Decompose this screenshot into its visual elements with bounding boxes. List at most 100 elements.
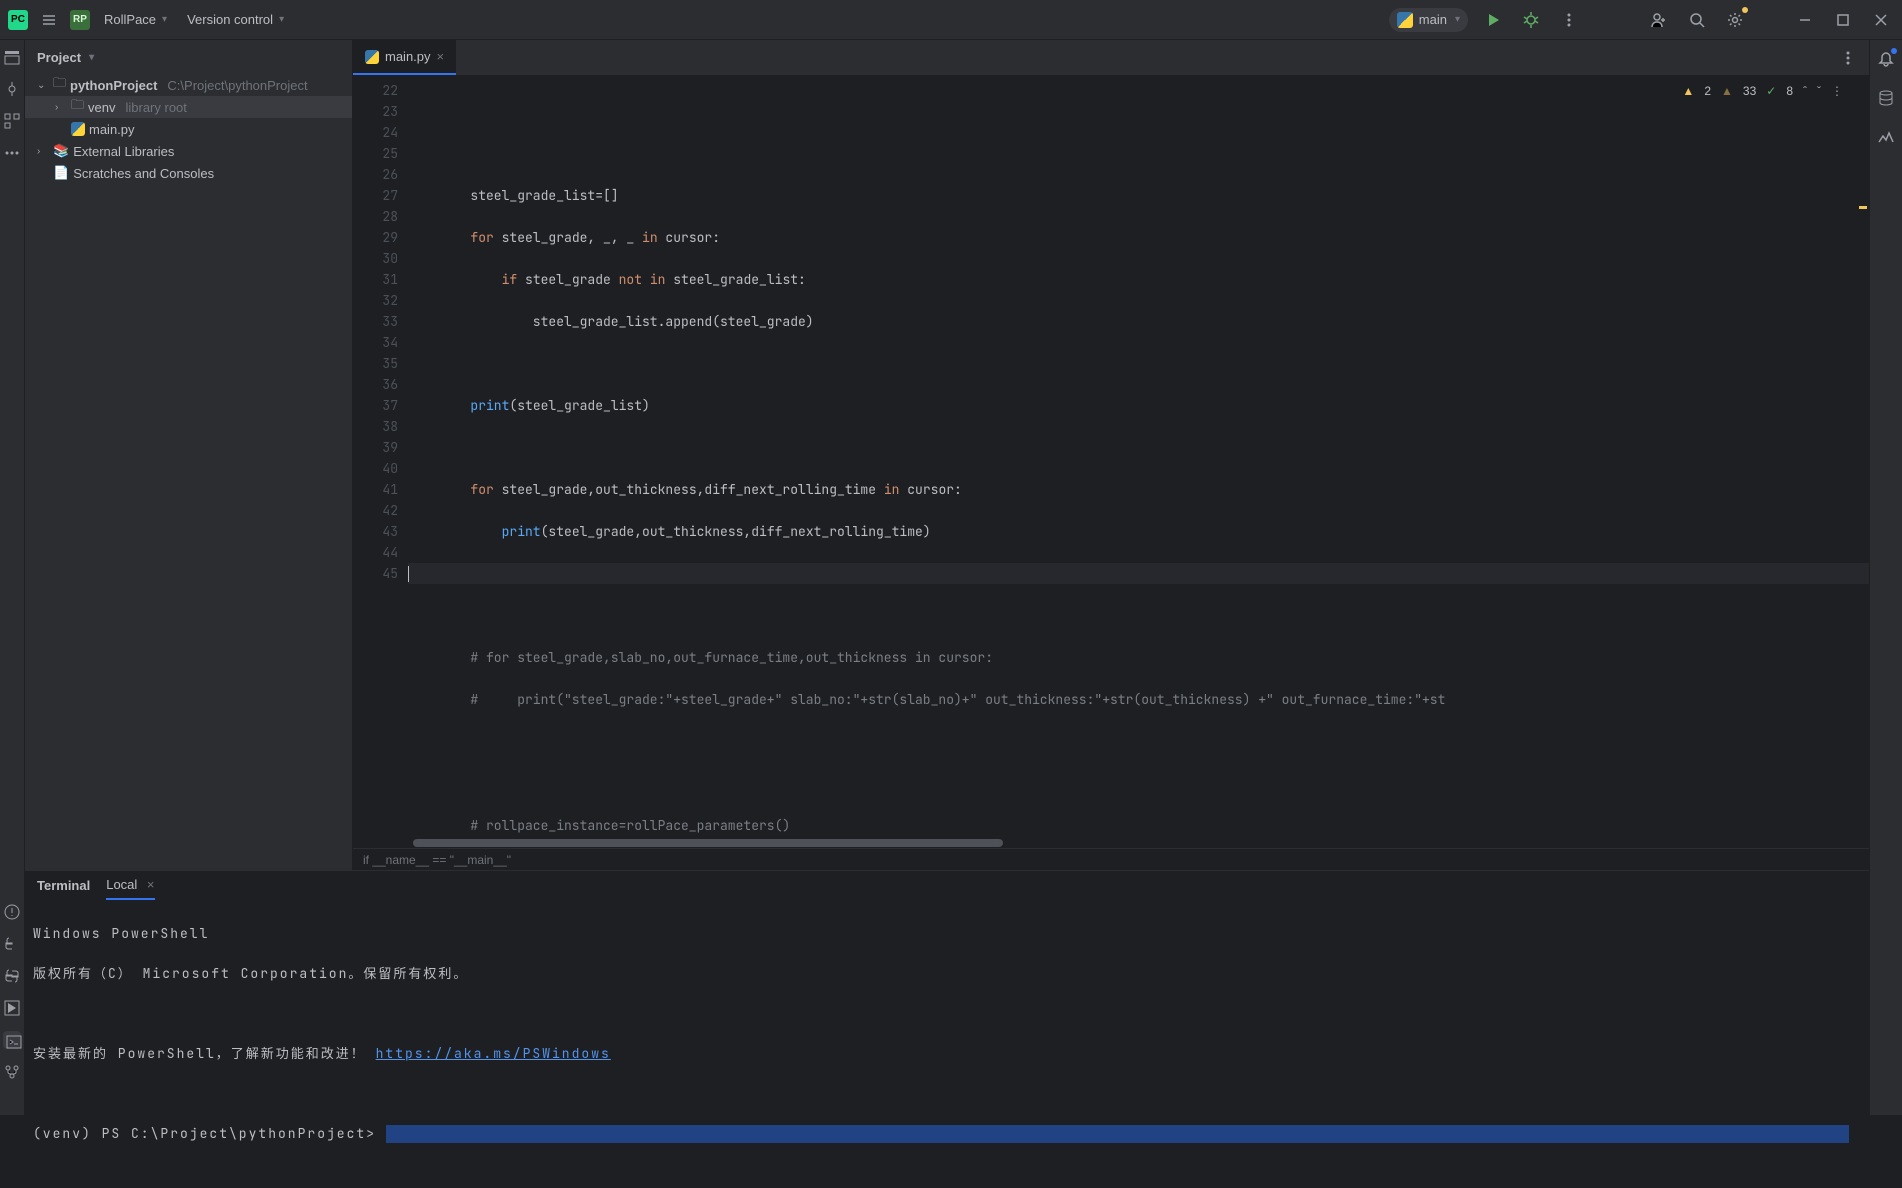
tree-file-main[interactable]: main.py [25, 118, 352, 140]
project-tool-icon[interactable] [3, 48, 21, 66]
tree-ext-libs[interactable]: › 📚 External Libraries [25, 140, 352, 162]
horizontal-scrollbar[interactable] [353, 838, 1869, 848]
run-config-selector[interactable]: main ▾ [1389, 8, 1468, 32]
tree-label: Scratches and Consoles [73, 166, 214, 181]
terminal-line: Windows PowerShell [33, 924, 1861, 944]
run-button[interactable] [1480, 7, 1506, 33]
terminal-tab-local[interactable]: Local × [106, 871, 154, 900]
project-dropdown[interactable]: RollPace ▾ [98, 8, 173, 31]
minimize-button[interactable] [1792, 7, 1818, 33]
breadcrumb[interactable]: if __name__ == "__main__" [353, 848, 1869, 870]
error-stripe[interactable] [1857, 76, 1869, 838]
pycharm-icon: PC [8, 10, 28, 30]
chevron-down-icon: ▾ [279, 14, 284, 25]
code-line: # print("steel_grade:"+steel_grade+" sla… [408, 689, 1869, 710]
code-line [408, 437, 1869, 458]
caret [408, 566, 409, 582]
code-with-me-button[interactable] [1646, 7, 1672, 33]
project-badge: RP [70, 10, 90, 30]
code-line: steel_grade_list.append(steel_grade) [408, 311, 1869, 332]
scrollbar-thumb[interactable] [413, 839, 1003, 847]
python-console-icon[interactable] [3, 967, 21, 985]
tree-label: External Libraries [73, 144, 174, 159]
close-icon[interactable]: × [437, 49, 445, 64]
maximize-button[interactable] [1830, 7, 1856, 33]
tree-scratches[interactable]: 📄 Scratches and Consoles [25, 162, 352, 184]
titlebar: PC RP RollPace ▾ Version control ▾ main … [0, 0, 1902, 40]
upper-row: Project ▾ ⌄ 🗀 pythonProject C:\Project\p… [25, 40, 1869, 870]
terminal-tool-icon[interactable] [3, 1031, 21, 1049]
titlebar-right: main ▾ [1389, 7, 1894, 33]
settings-button[interactable] [1722, 7, 1748, 33]
project-header[interactable]: Project ▾ [25, 40, 352, 74]
python-icon [365, 50, 379, 64]
main-layout: Project ▾ ⌄ 🗀 pythonProject C:\Project\p… [0, 40, 1902, 1115]
code-line [408, 101, 1869, 122]
library-icon: 📚 [53, 143, 69, 159]
more-button[interactable] [1556, 7, 1582, 33]
editor-tab-bar: main.py × [353, 40, 1869, 76]
tree-label: venv [88, 100, 115, 115]
tree-hint: library root [125, 100, 186, 115]
search-button[interactable] [1684, 7, 1710, 33]
code-line: for steel_grade, _, _ in cursor: [408, 227, 1869, 248]
tree-venv[interactable]: › 🗀 venv library root [25, 96, 352, 118]
notifications-icon[interactable] [1877, 50, 1895, 71]
tab-more-button[interactable] [1835, 45, 1861, 71]
project-tree: ⌄ 🗀 pythonProject C:\Project\pythonProje… [25, 74, 352, 184]
database-icon[interactable] [1877, 89, 1895, 110]
folder-icon: 🗀 [71, 96, 84, 118]
code-line: steel_grade_list=[] [408, 185, 1869, 206]
tree-label: pythonProject [70, 78, 157, 93]
close-icon[interactable]: × [147, 877, 155, 892]
terminal-link[interactable]: https://aka.ms/PSWindows [376, 1045, 611, 1062]
terminal-title[interactable]: Terminal [37, 872, 90, 899]
terminal-tabs: Terminal Local × [25, 871, 1869, 900]
content-column: Project ▾ ⌄ 🗀 pythonProject C:\Project\p… [25, 40, 1869, 1115]
editor-body[interactable]: ▲2 ▲33 ✓8 ˆ ˇ ⋮ 222324252627282930313233… [353, 76, 1869, 838]
chevron-down-icon: ▾ [1455, 14, 1460, 25]
tree-root[interactable]: ⌄ 🗀 pythonProject C:\Project\pythonProje… [25, 74, 352, 96]
python-packages-icon[interactable] [3, 935, 21, 953]
vcs-dropdown[interactable]: Version control ▾ [181, 8, 290, 31]
code-line [408, 353, 1869, 374]
problems-tool-icon[interactable] [3, 903, 21, 921]
chevron-down-icon: ▾ [89, 52, 94, 63]
terminal-line [33, 1004, 1861, 1024]
sciview-icon[interactable] [1877, 128, 1895, 149]
vcs-tool-icon[interactable] [3, 1063, 21, 1081]
stripe-mark[interactable] [1859, 206, 1867, 209]
commit-tool-icon[interactable] [3, 80, 21, 98]
more-tool-icon[interactable] [3, 144, 21, 162]
close-button[interactable] [1868, 7, 1894, 33]
project-name: RollPace [104, 12, 156, 27]
left-tool-rail [0, 40, 25, 1115]
python-icon [1397, 12, 1413, 28]
debug-button[interactable] [1518, 7, 1544, 33]
editor-tab-main[interactable]: main.py × [353, 40, 456, 75]
chevron-right-icon: › [37, 146, 49, 157]
chevron-down-icon: ▾ [162, 14, 167, 25]
services-tool-icon[interactable] [3, 999, 21, 1017]
vcs-label: Version control [187, 12, 273, 27]
code-line-current [408, 563, 1869, 584]
editor-pane: main.py × ▲2 ▲33 ✓8 ˆ ˇ [353, 40, 1869, 870]
project-pane: Project ▾ ⌄ 🗀 pythonProject C:\Project\p… [25, 40, 353, 870]
tree-label: main.py [89, 122, 135, 137]
code-line: print(steel_grade,out_thickness,diff_nex… [408, 521, 1869, 542]
terminal-line: 版权所有（C） Microsoft Corporation。保留所有权利。 [33, 964, 1861, 984]
terminal-body[interactable]: Windows PowerShell 版权所有（C） Microsoft Cor… [25, 900, 1869, 1188]
code-line: print(steel_grade_list) [408, 395, 1869, 416]
code-area[interactable]: steel_grade_list=[] for steel_grade, _, … [408, 76, 1869, 838]
terminal-prompt-line[interactable]: (venv) PS C:\Project\pythonProject> [33, 1124, 1861, 1144]
main-menu-button[interactable] [36, 7, 62, 33]
terminal-line [33, 1084, 1861, 1104]
terminal-line: 安装最新的 PowerShell，了解新功能和改进！ https://aka.m… [33, 1044, 1861, 1064]
structure-tool-icon[interactable] [3, 112, 21, 130]
code-line [408, 605, 1869, 626]
code-line [408, 143, 1869, 164]
right-tool-rail [1869, 40, 1902, 1115]
scratch-icon: 📄 [53, 165, 69, 181]
code-line: # rollpace_instance=rollPace_parameters(… [408, 815, 1869, 836]
python-icon [71, 122, 85, 136]
